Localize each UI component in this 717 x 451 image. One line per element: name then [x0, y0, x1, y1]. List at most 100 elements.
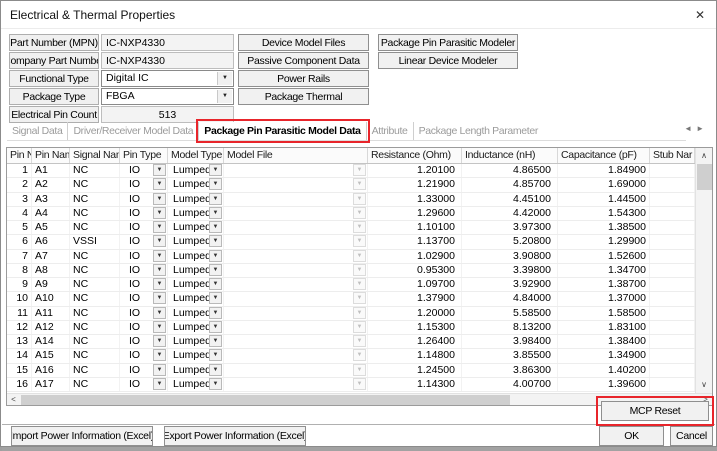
cell-model-type[interactable]: Lumped▼ — [168, 321, 224, 334]
vertical-scrollbar-thumb[interactable] — [697, 164, 712, 190]
vertical-scrollbar[interactable]: ∧ ∨ — [695, 148, 712, 393]
column-header-pin-no[interactable]: Pin No — [7, 148, 32, 163]
cell-pin-type[interactable]: IO▼ — [120, 264, 168, 277]
dropdown-arrow-icon[interactable]: ▼ — [153, 292, 166, 304]
dropdown-arrow-icon[interactable]: ▼ — [153, 278, 166, 290]
scroll-up-icon[interactable]: ∧ — [696, 148, 712, 163]
cell-pin-type[interactable]: IO▼ — [120, 250, 168, 263]
cell-model-type[interactable]: Lumped▼ — [168, 349, 224, 362]
column-header-pin-type[interactable]: Pin Type — [120, 148, 168, 163]
device-model-files-button[interactable]: Device Model Files — [238, 34, 369, 51]
column-header-resistance-ohm[interactable]: Resistance (Ohm) — [368, 148, 462, 163]
dropdown-arrow-icon[interactable]: ▼ — [153, 178, 166, 190]
cell-model-type[interactable]: Lumped▼ — [168, 364, 224, 377]
table-row[interactable]: 11A11NCIO▼Lumped▼▼1.200005.585001.58500 — [7, 307, 712, 321]
dropdown-arrow-icon[interactable]: ▼ — [153, 235, 166, 247]
table-row[interactable]: 12A12NCIO▼Lumped▼▼1.153008.132001.83100 — [7, 321, 712, 335]
cell-pin-type[interactable]: IO▼ — [120, 349, 168, 362]
table-row[interactable]: 4A4NCIO▼Lumped▼▼1.296004.420001.54300 — [7, 207, 712, 221]
dropdown-arrow-icon[interactable]: ▼ — [153, 193, 166, 205]
cell-pin-type[interactable]: IO▼ — [120, 278, 168, 291]
cell-model-type[interactable]: Lumped▼ — [168, 178, 224, 191]
power-rails-button[interactable]: Power Rails — [238, 70, 369, 87]
dropdown-arrow-icon[interactable]: ▼ — [153, 321, 166, 333]
table-row[interactable]: 3A3NCIO▼Lumped▼▼1.330004.451001.44500 — [7, 193, 712, 207]
table-row[interactable]: 5A5NCIO▼Lumped▼▼1.101003.973001.38500 — [7, 221, 712, 235]
dropdown-arrow-icon[interactable]: ▼ — [153, 164, 166, 176]
cell-model-type[interactable]: Lumped▼ — [168, 193, 224, 206]
dropdown-arrow-icon[interactable]: ▼ — [209, 164, 222, 176]
cell-pin-type[interactable]: IO▼ — [120, 321, 168, 334]
chevron-down-icon[interactable]: ▼ — [217, 90, 232, 103]
chevron-down-icon[interactable]: ▼ — [217, 72, 232, 85]
tab-package-length-parameter[interactable]: Package Length Parameter — [414, 122, 543, 140]
column-header-signal-name[interactable]: Signal Name — [70, 148, 120, 163]
dropdown-arrow-icon[interactable]: ▼ — [209, 178, 222, 190]
dropdown-arrow-icon[interactable]: ▼ — [153, 250, 166, 262]
horizontal-scrollbar-thumb[interactable] — [21, 395, 510, 405]
tab-scroll-right-icon[interactable]: ► — [696, 124, 708, 133]
cell-pin-type[interactable]: IO▼ — [120, 178, 168, 191]
dropdown-arrow-icon[interactable]: ▼ — [153, 221, 166, 233]
cell-pin-type[interactable]: IO▼ — [120, 207, 168, 220]
column-header-inductance-nh[interactable]: Inductance (nH) — [462, 148, 558, 163]
dropdown-arrow-icon[interactable]: ▼ — [153, 364, 166, 376]
table-row[interactable]: 2A2NCIO▼Lumped▼▼1.219004.857001.69000 — [7, 178, 712, 192]
mcp-reset-button[interactable]: MCP Reset — [601, 401, 709, 421]
dropdown-arrow-icon[interactable]: ▼ — [209, 278, 222, 290]
cell-pin-type[interactable]: IO▼ — [120, 335, 168, 348]
table-row[interactable]: 13A14NCIO▼Lumped▼▼1.264003.984001.38400 — [7, 335, 712, 349]
column-header-model-type[interactable]: Model Type — [168, 148, 224, 163]
passive-component-data-button[interactable]: Passive Component Data — [238, 52, 369, 69]
package-type-combo[interactable]: FBGA▼ — [101, 88, 234, 105]
cell-pin-type[interactable]: IO▼ — [120, 235, 168, 248]
cell-model-type[interactable]: Lumped▼ — [168, 278, 224, 291]
table-row[interactable]: 1A1NCIO▼Lumped▼▼1.201004.865001.84900 — [7, 164, 712, 178]
tab-package-pin-parasitic-model-data[interactable]: Package Pin Parasitic Model Data — [199, 122, 366, 140]
package-thermal-button[interactable]: Package Thermal — [238, 88, 369, 105]
cell-model-type[interactable]: Lumped▼ — [168, 221, 224, 234]
dropdown-arrow-icon[interactable]: ▼ — [209, 235, 222, 247]
table-row[interactable]: 9A9NCIO▼Lumped▼▼1.097003.929001.38700 — [7, 278, 712, 292]
dropdown-arrow-icon[interactable]: ▼ — [153, 207, 166, 219]
cell-pin-type[interactable]: IO▼ — [120, 193, 168, 206]
table-row[interactable]: 16A17NCIO▼Lumped▼▼1.143004.007001.39600 — [7, 378, 712, 392]
cell-model-type[interactable]: Lumped▼ — [168, 235, 224, 248]
dropdown-arrow-icon[interactable]: ▼ — [209, 221, 222, 233]
column-header-capacitance-pf[interactable]: Capacitance (pF) — [558, 148, 650, 163]
dropdown-arrow-icon[interactable]: ▼ — [153, 378, 166, 390]
cell-pin-type[interactable]: IO▼ — [120, 292, 168, 305]
import-power-information-button[interactable]: Import Power Information (Excel) — [11, 426, 153, 446]
dropdown-arrow-icon[interactable]: ▼ — [153, 335, 166, 347]
table-row[interactable]: 14A15NCIO▼Lumped▼▼1.148003.855001.34900 — [7, 349, 712, 363]
dropdown-arrow-icon[interactable]: ▼ — [209, 364, 222, 376]
tab-scroll-left-icon[interactable]: ◄ — [684, 124, 696, 133]
cell-model-type[interactable]: Lumped▼ — [168, 207, 224, 220]
cell-pin-type[interactable]: IO▼ — [120, 364, 168, 377]
dropdown-arrow-icon[interactable]: ▼ — [209, 321, 222, 333]
table-row[interactable]: 7A7NCIO▼Lumped▼▼1.029003.908001.52600 — [7, 250, 712, 264]
tab-attribute[interactable]: Attribute — [367, 122, 414, 140]
linear-device-modeler-button[interactable]: Linear Device Modeler — [378, 52, 518, 69]
dropdown-arrow-icon[interactable]: ▼ — [209, 307, 222, 319]
close-icon[interactable]: ✕ — [690, 6, 710, 24]
cell-model-type[interactable]: Lumped▼ — [168, 164, 224, 177]
dropdown-arrow-icon[interactable]: ▼ — [153, 349, 166, 361]
dropdown-arrow-icon[interactable]: ▼ — [209, 207, 222, 219]
dropdown-arrow-icon[interactable]: ▼ — [153, 264, 166, 276]
table-row[interactable]: 10A10NCIO▼Lumped▼▼1.379004.840001.37000 — [7, 292, 712, 306]
dropdown-arrow-icon[interactable]: ▼ — [209, 193, 222, 205]
tab-signal-data[interactable]: Signal Data — [7, 122, 68, 140]
cell-model-type[interactable]: Lumped▼ — [168, 250, 224, 263]
dropdown-arrow-icon[interactable]: ▼ — [209, 292, 222, 304]
scroll-down-icon[interactable]: ∨ — [696, 377, 712, 392]
dropdown-arrow-icon[interactable]: ▼ — [209, 349, 222, 361]
dropdown-arrow-icon[interactable]: ▼ — [209, 264, 222, 276]
cell-pin-type[interactable]: IO▼ — [120, 164, 168, 177]
ok-button[interactable]: OK — [599, 426, 664, 446]
column-header-model-file[interactable]: Model File — [224, 148, 368, 163]
table-row[interactable]: 6A6VSSIIO▼Lumped▼▼1.137005.208001.29900 — [7, 235, 712, 249]
scroll-left-icon[interactable]: < — [7, 394, 20, 405]
cell-model-type[interactable]: Lumped▼ — [168, 335, 224, 348]
column-header-pin-name[interactable]: Pin Name — [32, 148, 70, 163]
